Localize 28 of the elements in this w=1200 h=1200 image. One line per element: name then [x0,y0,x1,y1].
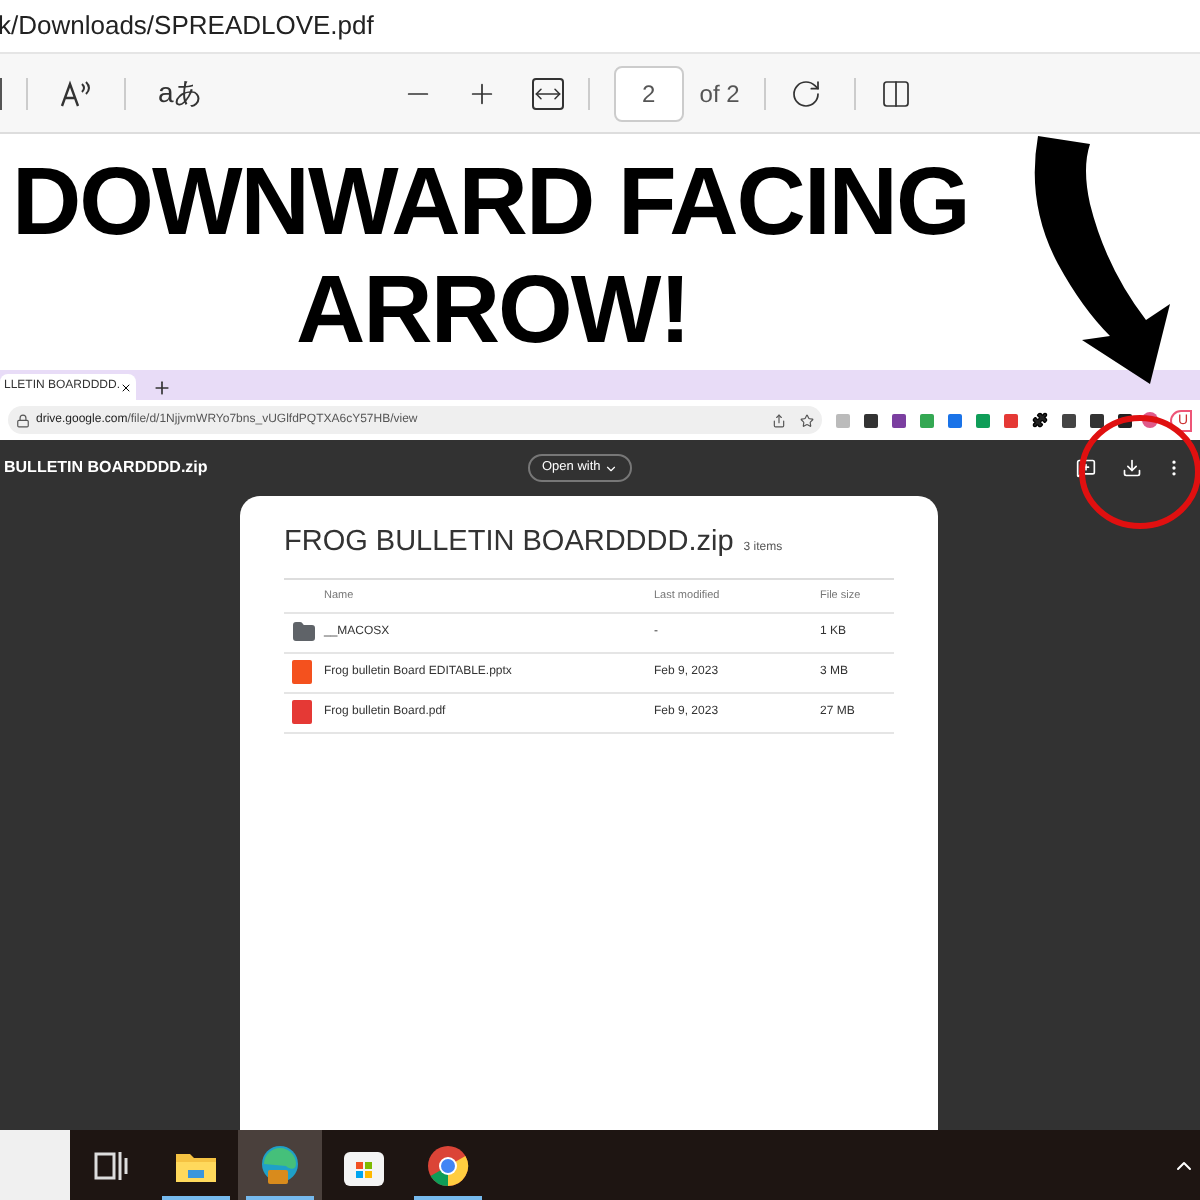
page-view-icon[interactable] [879,77,912,109]
page-number-field[interactable]: 2 [613,65,684,121]
rotate-icon[interactable] [789,77,822,109]
annotation-heading: DOWNWARD FACING [12,150,969,258]
read-aloud-icon[interactable] [60,79,92,107]
edge-icon[interactable] [258,1143,302,1187]
page-total: of 2 [699,77,740,111]
caret-icon [604,461,619,475]
download-icon[interactable] [1122,458,1142,478]
new-tab-icon[interactable] [152,378,172,398]
star-icon[interactable] [800,413,815,427]
add-comment-icon[interactable] [1076,458,1096,478]
pdf-file-icon [292,700,312,725]
lock-icon [16,413,30,427]
window-edge [0,1130,70,1200]
folder-icon [292,620,316,645]
file-name: BULLETIN BOARDDDD.zip [4,456,210,480]
translate-button[interactable]: aあ [158,72,202,114]
fit-width-icon[interactable] [531,77,564,109]
chrome-icon[interactable] [426,1143,470,1187]
annotation-heading: ARROW! [296,258,690,366]
task-view-icon[interactable] [94,1149,130,1181]
slides-file-icon [292,660,312,685]
share-icon[interactable] [772,413,787,427]
extensions-icon[interactable] [1032,412,1048,428]
archive-title: FROG BULLETIN BOARDDDD.zip [284,524,734,562]
close-icon[interactable] [120,379,132,395]
file-path[interactable]: k/Downloads/SPREADLOVE.pdf [0,6,374,46]
